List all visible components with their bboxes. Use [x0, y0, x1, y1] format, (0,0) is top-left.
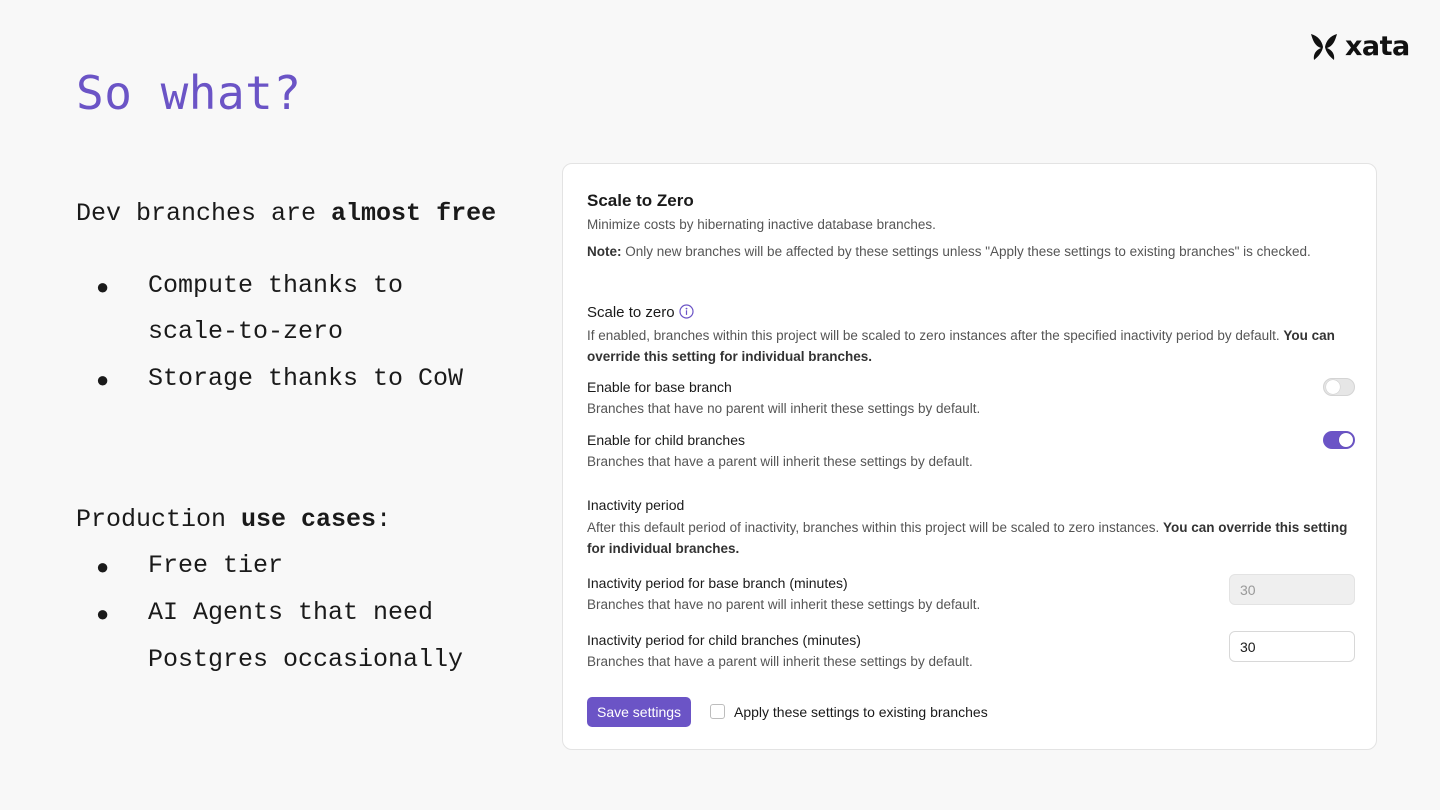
inactivity-desc-text: After this default period of inactivity,…: [587, 520, 1164, 535]
bullet-storage: Storage thanks to CoW: [148, 364, 464, 393]
xata-logo: xata: [1309, 31, 1410, 62]
apply-existing-checkbox[interactable]: [710, 704, 725, 719]
inactivity-description: After this default period of inactivity,…: [587, 517, 1357, 559]
dev-heading: Dev branches are almost free: [76, 199, 496, 228]
note-text: Only new branches will be affected by th…: [621, 244, 1311, 259]
scale-desc-text: If enabled, branches within this project…: [587, 328, 1284, 343]
logo-text: xata: [1345, 31, 1410, 62]
bullet-dot: ●: [96, 603, 110, 628]
child-toggle-label: Enable for child branches: [587, 432, 745, 448]
base-branch-toggle[interactable]: [1323, 378, 1355, 396]
card-title: Scale to Zero: [587, 191, 694, 210]
bullet-free-tier: Free tier: [148, 551, 284, 580]
child-inactivity-description: Branches that have a parent will inherit…: [587, 654, 973, 669]
card-subtitle: Minimize costs by hibernating inactive d…: [587, 217, 936, 232]
bullet-dot: ●: [96, 556, 110, 581]
child-inactivity-input[interactable]: [1229, 631, 1355, 662]
toggle-knob: [1339, 433, 1353, 447]
prod-heading-bold: use cases: [241, 505, 377, 534]
bullet-ai-line2: Postgres occasionally: [148, 645, 464, 674]
slide-title: So what?: [76, 66, 302, 120]
prod-heading: Production use cases:: [76, 505, 391, 534]
save-settings-button[interactable]: Save settings: [587, 697, 692, 727]
base-toggle-label: Enable for base branch: [587, 379, 732, 395]
child-toggle-description: Branches that have a parent will inherit…: [587, 454, 973, 469]
dev-heading-bold: almost free: [331, 199, 497, 228]
bullet-dot: ●: [96, 276, 110, 301]
scale-heading: Scale to zero: [587, 304, 694, 321]
bullet-compute-line1: Compute thanks to: [148, 271, 404, 300]
scale-description: If enabled, branches within this project…: [587, 325, 1357, 367]
apply-existing-label[interactable]: Apply these settings to existing branche…: [734, 704, 988, 720]
base-toggle-description: Branches that have no parent will inheri…: [587, 401, 981, 416]
base-inactivity-input[interactable]: [1229, 574, 1355, 605]
inactivity-heading: Inactivity period: [587, 497, 685, 513]
child-branches-toggle[interactable]: [1323, 431, 1355, 449]
prod-heading-suffix: :: [376, 505, 392, 534]
butterfly-icon: [1311, 33, 1337, 60]
scale-heading-text: Scale to zero: [587, 304, 675, 321]
prod-heading-text: Production: [76, 505, 242, 534]
bullet-dot: ●: [96, 369, 110, 394]
bullet-ai-line1: AI Agents that need: [148, 598, 434, 627]
bullet-compute-line2: scale-to-zero: [148, 317, 344, 346]
base-inactivity-description: Branches that have no parent will inheri…: [587, 597, 981, 612]
child-inactivity-label: Inactivity period for child branches (mi…: [587, 632, 861, 648]
note-label: Note:: [587, 244, 622, 259]
card-note: Note: Only new branches will be affected…: [587, 244, 1311, 259]
toggle-knob: [1326, 380, 1340, 394]
dev-heading-text: Dev branches are: [76, 199, 332, 228]
info-icon[interactable]: [678, 304, 694, 319]
scale-to-zero-settings-card: Scale to Zero Minimize costs by hibernat…: [562, 163, 1377, 750]
base-inactivity-label: Inactivity period for base branch (minut…: [587, 575, 848, 591]
